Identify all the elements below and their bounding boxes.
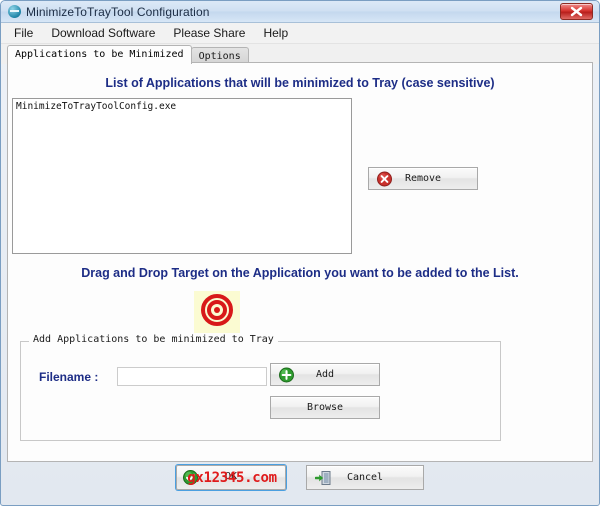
tab-strip: Applications to be Minimized Options xyxy=(1,44,599,65)
add-button[interactable]: Add xyxy=(270,363,380,386)
dialog-footer: OK gx12345.com Cancel xyxy=(1,465,599,505)
menu-item-download-software[interactable]: Download Software xyxy=(42,24,164,42)
list-item[interactable]: MinimizeToTrayToolConfig.exe xyxy=(13,99,351,114)
menu-item-please-share[interactable]: Please Share xyxy=(164,24,254,42)
list-heading: List of Applications that will be minimi… xyxy=(105,76,495,90)
exit-door-icon xyxy=(314,470,332,486)
filename-input[interactable] xyxy=(117,367,267,386)
ok-button-label: OK xyxy=(224,471,238,482)
cancel-button-label: Cancel xyxy=(346,472,384,483)
window-title: MinimizeToTrayTool Configuration xyxy=(26,4,210,19)
add-circle-icon xyxy=(279,367,294,382)
drag-drop-instruction: Drag and Drop Target on the Application … xyxy=(81,266,519,280)
menu-item-file[interactable]: File xyxy=(5,24,42,42)
menu-item-help[interactable]: Help xyxy=(254,24,297,42)
ok-button[interactable]: OK gx12345.com xyxy=(176,465,286,490)
cancel-button[interactable]: Cancel xyxy=(306,465,424,490)
bullseye-target-icon xyxy=(201,293,233,331)
close-icon[interactable] xyxy=(560,3,593,20)
tab-page-applications: List of Applications that will be minimi… xyxy=(7,62,593,462)
tab-applications-to-be-minimized[interactable]: Applications to be Minimized xyxy=(7,45,192,64)
app-circle-icon xyxy=(8,5,21,18)
browse-button[interactable]: Browse xyxy=(270,396,380,419)
title-bar: MinimizeToTrayTool Configuration xyxy=(1,1,599,23)
filename-label: Filename : xyxy=(39,370,99,384)
application-window: MinimizeToTrayTool Configuration File Do… xyxy=(0,0,600,506)
drag-drop-target[interactable] xyxy=(194,291,240,333)
browse-button-label: Browse xyxy=(306,402,344,413)
menu-bar: File Download Software Please Share Help xyxy=(1,23,599,44)
groupbox-label: Add Applications to be minimized to Tray xyxy=(29,334,278,345)
add-applications-groupbox: Add Applications to be minimized to Tray… xyxy=(20,334,501,441)
remove-button[interactable]: Remove xyxy=(368,167,478,190)
remove-circle-icon xyxy=(377,171,392,186)
remove-button-label: Remove xyxy=(404,173,442,184)
applications-listbox[interactable]: MinimizeToTrayToolConfig.exe xyxy=(12,98,352,254)
add-button-label: Add xyxy=(315,369,335,380)
